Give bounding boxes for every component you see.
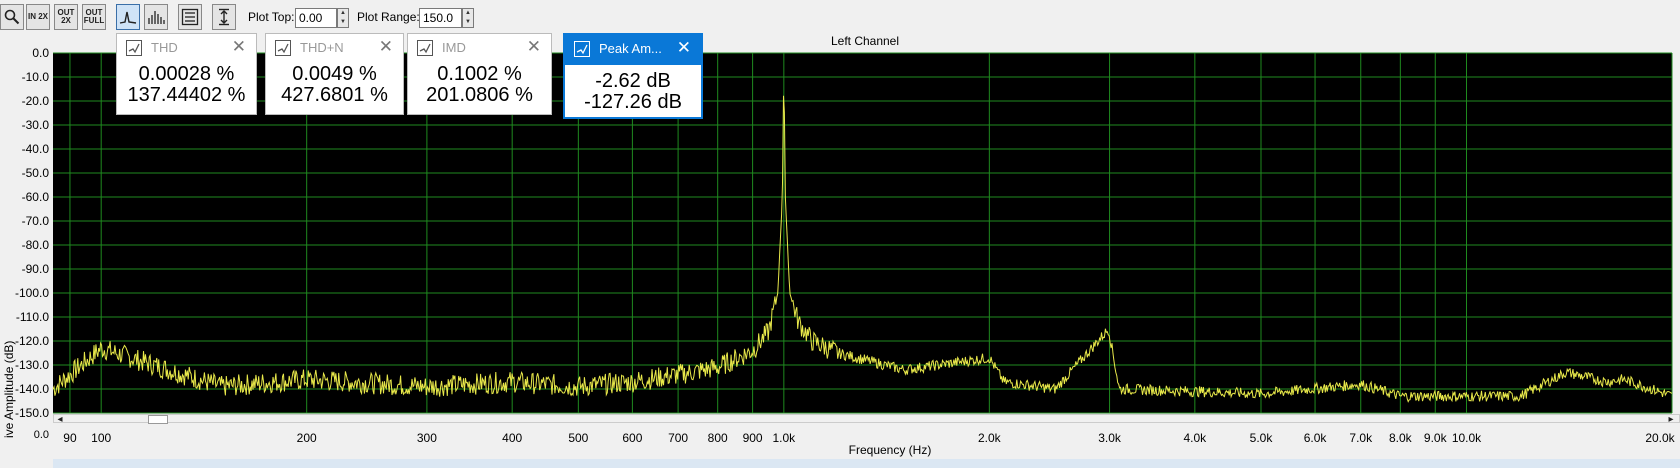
x-tick-label: 400 — [502, 431, 522, 445]
thdn-meter-title: THD+N — [300, 40, 344, 55]
thdn-meter-header: THD+N ✕ — [266, 34, 403, 62]
peak-meter-values: -2.62 dB -127.26 dB — [565, 71, 701, 113]
scroll-thumb[interactable] — [148, 415, 168, 424]
peak-amplitude-meter[interactable]: Peak Am... ✕ -2.62 dB -127.26 dB — [563, 33, 703, 119]
x-tick-label: 800 — [708, 431, 728, 445]
x-tick-label: 7.0k — [1349, 431, 1373, 445]
imd-meter[interactable]: IMD ✕ 0.1002 % 201.0806 % — [407, 33, 552, 115]
x-tick-label: 300 — [417, 431, 437, 445]
x-tick-label: 1.0k — [772, 431, 796, 445]
meter-icon — [126, 40, 142, 56]
peak-value-2: -127.26 dB — [584, 91, 682, 113]
x-tick-label: 5.0k — [1250, 431, 1274, 445]
y-tick-label: -20.0 — [22, 94, 50, 108]
thd-value-1: 0.00028 % — [138, 63, 235, 85]
peak-value-1: -2.62 dB — [595, 70, 671, 92]
scroll-right-arrow[interactable]: ▸ — [1664, 414, 1678, 426]
y-tick-label: -120.0 — [15, 334, 49, 348]
y-tick-label: -150.0 — [15, 406, 49, 420]
imd-meter-header: IMD ✕ — [408, 34, 551, 62]
bottom-scroll-track[interactable] — [53, 459, 1680, 468]
y-tick-label: -10.0 — [22, 70, 50, 84]
y-tick-label: -30.0 — [22, 118, 50, 132]
y-tick-label: -90.0 — [22, 262, 50, 276]
imd-value-2: 201.0806 % — [426, 84, 533, 106]
x-tick-label: 700 — [668, 431, 688, 445]
y-tick-label: -140.0 — [15, 382, 49, 396]
y-tick-label: -100.0 — [15, 286, 49, 300]
close-icon[interactable]: ✕ — [677, 38, 691, 58]
y-tick-label: -110.0 — [16, 310, 49, 324]
peak-meter-header: Peak Am... ✕ — [565, 35, 701, 65]
y-tick-labels: 0.0 -10.0 -20.0 -30.0 -40.0 -50.0 -60.0 -70.0 -8… — [15, 46, 49, 420]
x-tick-label: 9.0k — [1424, 431, 1448, 445]
thdn-meter-values: 0.0049 % 427.6801 % — [266, 64, 403, 106]
y-tick-label: -60.0 — [22, 190, 50, 204]
thd-meter-title: THD — [151, 40, 178, 55]
thdn-meter[interactable]: THD+N ✕ 0.0049 % 427.6801 % — [265, 33, 404, 115]
x-tick-label: 4.0k — [1183, 431, 1207, 445]
meter-icon — [417, 40, 433, 56]
x-axis-label: Frequency (Hz) — [849, 443, 932, 457]
thdn-value-2: 427.6801 % — [281, 84, 388, 106]
x-tick-label: 90 — [63, 431, 77, 445]
peak-meter-title: Peak Am... — [599, 41, 662, 56]
y-tick-label: -130.0 — [15, 358, 49, 372]
x-tick-label: 600 — [622, 431, 642, 445]
thd-meter-header: THD ✕ — [117, 34, 256, 62]
y-tick-label: 0.0 — [32, 46, 49, 60]
x-tick-label: 200 — [297, 431, 317, 445]
x-tick-label: 8.0k — [1389, 431, 1413, 445]
x-tick-label: 10.0k — [1452, 431, 1482, 445]
imd-meter-title: IMD — [442, 40, 466, 55]
y-tick-label: -70.0 — [22, 214, 50, 228]
meter-icon — [275, 40, 291, 56]
meter-icon — [574, 41, 590, 57]
y-tick-label: -80.0 — [22, 238, 50, 252]
x-tick-label: 6.0k — [1304, 431, 1328, 445]
scroll-value-label: 0.0 — [34, 429, 49, 441]
y-tick-label: -50.0 — [22, 166, 50, 180]
thd-value-2: 137.44402 % — [127, 84, 246, 106]
thd-meter[interactable]: THD ✕ 0.00028 % 137.44402 % — [116, 33, 257, 115]
y-tick-label: -40.0 — [22, 142, 50, 156]
x-tick-label: 900 — [743, 431, 763, 445]
imd-value-1: 0.1002 % — [437, 63, 522, 85]
close-icon[interactable]: ✕ — [379, 37, 393, 57]
thdn-value-1: 0.0049 % — [292, 63, 377, 85]
close-icon[interactable]: ✕ — [232, 37, 246, 57]
thd-meter-values: 0.00028 % 137.44402 % — [117, 64, 256, 106]
imd-meter-values: 0.1002 % 201.0806 % — [408, 64, 551, 106]
plot-scrollbar[interactable] — [53, 414, 1680, 423]
x-tick-label: 20.0k — [1645, 431, 1675, 445]
x-tick-label: 2.0k — [978, 431, 1002, 445]
scroll-left-arrow[interactable]: ◂ — [53, 414, 67, 426]
x-tick-label: 500 — [568, 431, 588, 445]
x-tick-label: 3.0k — [1098, 431, 1122, 445]
x-tick-label: 100 — [91, 431, 111, 445]
close-icon[interactable]: ✕ — [527, 37, 541, 57]
